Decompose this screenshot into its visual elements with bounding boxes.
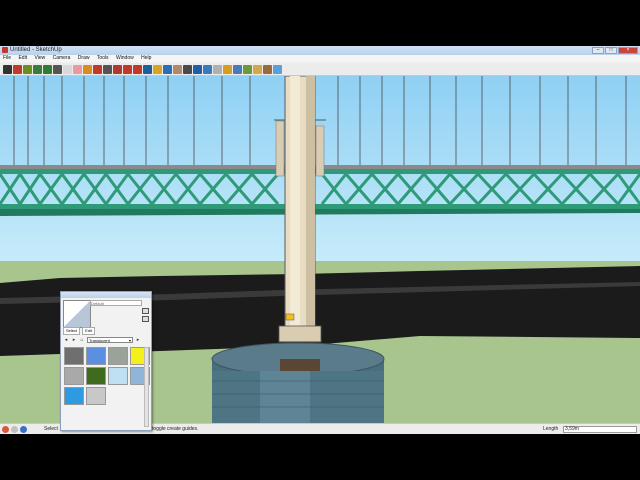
chevron-down-icon: ▾: [128, 338, 131, 343]
rotate-tool-icon[interactable]: [123, 64, 132, 74]
tab-edit[interactable]: Edit: [82, 327, 96, 335]
push-pull-icon[interactable]: [93, 64, 102, 74]
home-icon[interactable]: ⌂: [79, 337, 85, 343]
menu-help[interactable]: Help: [138, 55, 154, 62]
sketchup-window: Untitled - SketchUp – □ × File Edit View…: [0, 46, 640, 434]
offset-tool-icon[interactable]: [143, 64, 152, 74]
main-toolbar: [0, 63, 640, 76]
glass-gray-swatch[interactable]: [108, 347, 128, 365]
status-icons: [2, 426, 27, 433]
arc-tool-icon[interactable]: [53, 64, 62, 74]
measurement-label: Length: [543, 426, 559, 432]
next-view-icon[interactable]: [213, 64, 222, 74]
material-preview: [63, 300, 91, 328]
window-controls: – □ ×: [592, 47, 638, 54]
material-swatches: [64, 347, 150, 405]
orbit-tool-icon[interactable]: [163, 64, 172, 74]
menu-file[interactable]: File: [0, 55, 14, 62]
menu-tools[interactable]: Tools: [94, 55, 112, 62]
default-material-icon[interactable]: [142, 316, 149, 322]
status-hint: toggle create guides.: [152, 426, 199, 432]
material-name: Default: [91, 301, 104, 306]
status-message: Select: [44, 426, 58, 432]
tape-measure-icon[interactable]: [153, 64, 162, 74]
pan-tool-icon[interactable]: [173, 64, 182, 74]
forward-arrow-icon[interactable]: ▸: [71, 337, 77, 343]
help-icon[interactable]: [20, 426, 27, 433]
select-tool-icon[interactable]: [3, 64, 12, 74]
details-icon[interactable]: ▸: [135, 337, 141, 343]
glass-cyan-swatch[interactable]: [64, 387, 84, 405]
materials-tabs: Select Edit: [63, 327, 96, 335]
menu-window[interactable]: Window: [113, 55, 137, 62]
menu-camera[interactable]: Camera: [50, 55, 74, 62]
geolocation-icon[interactable]: [2, 426, 9, 433]
share-model-icon[interactable]: [233, 64, 242, 74]
toggle-terrain-icon[interactable]: [263, 64, 272, 74]
window-title: Untitled - SketchUp: [10, 47, 62, 53]
rectangle-tool-icon[interactable]: [23, 64, 32, 74]
swatch-scrollbar[interactable]: [144, 347, 149, 427]
glass-silver-swatch[interactable]: [64, 367, 84, 385]
title-bar: Untitled - SketchUp – □ ×: [0, 46, 640, 55]
create-material-icon[interactable]: [142, 308, 149, 314]
menu-view[interactable]: View: [31, 55, 48, 62]
follow-me-icon[interactable]: [103, 64, 112, 74]
tab-select[interactable]: Select: [63, 327, 81, 335]
make-component-icon[interactable]: [63, 64, 72, 74]
paint-bucket-icon[interactable]: [83, 64, 92, 74]
glass-green-swatch[interactable]: [86, 367, 106, 385]
previous-view-icon[interactable]: [203, 64, 212, 74]
materials-navigation: ◂ ▸ ⌂ Translucent ▾ ▸: [63, 337, 141, 343]
menu-bar: File Edit View Camera Draw Tools Window …: [0, 55, 640, 62]
materials-panel: Default Select Edit ◂ ▸ ⌂ Translucent ▾ …: [60, 291, 152, 431]
materials-panel-titlebar[interactable]: [61, 292, 151, 298]
add-location-icon[interactable]: [253, 64, 262, 74]
sketchup-logo-icon: [2, 47, 8, 53]
maximize-button[interactable]: □: [605, 47, 617, 54]
eraser-tool-icon[interactable]: [73, 64, 82, 74]
get-models-icon[interactable]: [223, 64, 232, 74]
preview-google-earth-icon[interactable]: [273, 64, 282, 74]
tile-swatch[interactable]: [64, 347, 84, 365]
measurement-box[interactable]: 3,59m: [563, 426, 637, 433]
glass-frosted-swatch[interactable]: [86, 387, 106, 405]
back-arrow-icon[interactable]: ◂: [63, 337, 69, 343]
glass-blue-swatch[interactable]: [86, 347, 106, 365]
pier-column: [278, 76, 322, 365]
zoom-extents-icon[interactable]: [193, 64, 202, 74]
pier-foundation: [211, 342, 385, 423]
circle-tool-icon[interactable]: [33, 64, 42, 74]
minimize-button[interactable]: –: [592, 47, 604, 54]
glass-sky-swatch[interactable]: [108, 367, 128, 385]
scale-tool-icon[interactable]: [133, 64, 142, 74]
get-photo-texture-icon[interactable]: [243, 64, 252, 74]
zoom-tool-icon[interactable]: [183, 64, 192, 74]
category-value: Translucent: [89, 338, 110, 343]
menu-edit[interactable]: Edit: [15, 55, 30, 62]
close-button[interactable]: ×: [618, 47, 638, 54]
pencil-tool-icon[interactable]: [13, 64, 22, 74]
credits-icon[interactable]: [11, 426, 18, 433]
move-tool-icon[interactable]: [113, 64, 122, 74]
menu-draw[interactable]: Draw: [75, 55, 93, 62]
material-category-dropdown[interactable]: Translucent ▾: [87, 337, 133, 343]
polygon-tool-icon[interactable]: [43, 64, 52, 74]
